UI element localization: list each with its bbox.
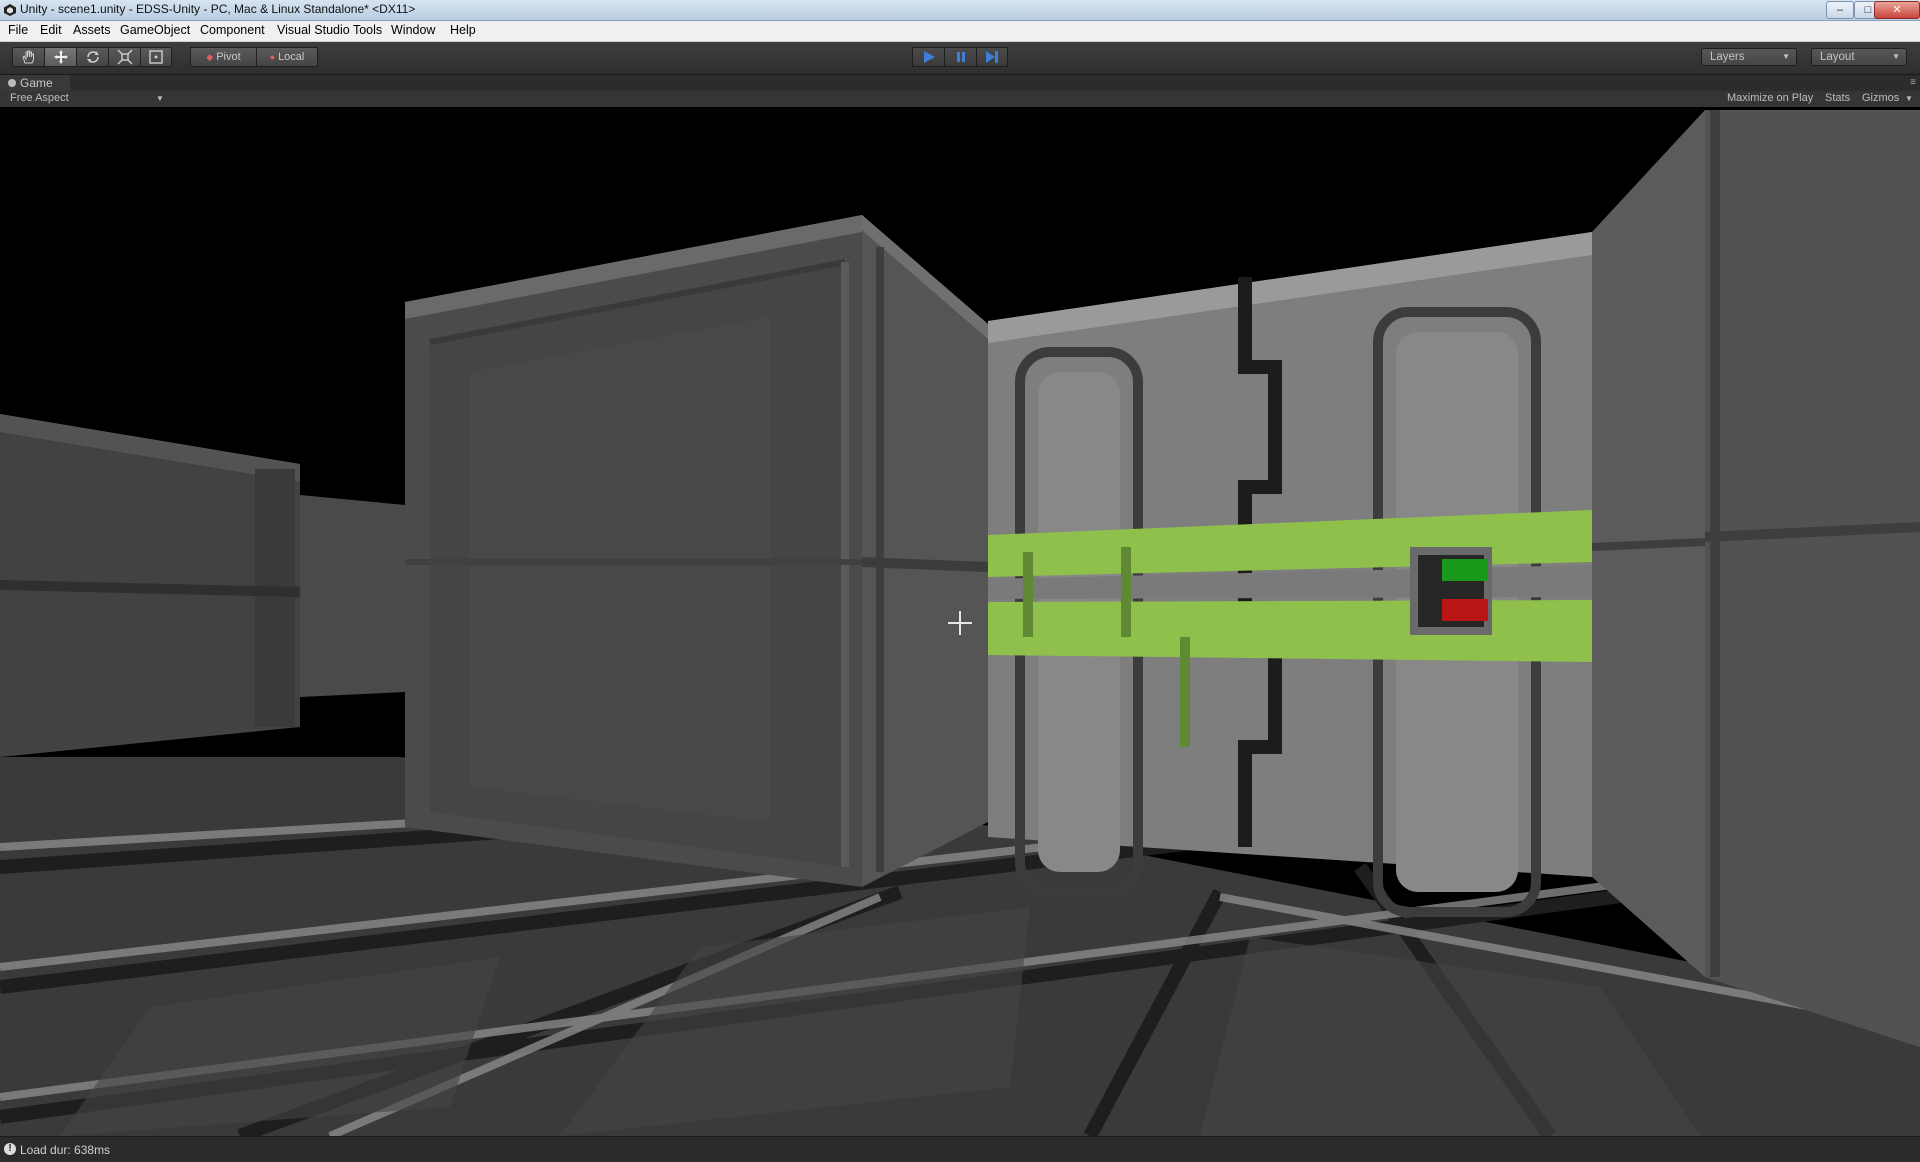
game-view-icon [8, 79, 16, 87]
chevron-down-icon: ▼ [156, 94, 164, 103]
chevron-down-icon: ▼ [1892, 52, 1900, 61]
status-bar: ! Load dur: 638ms [0, 1136, 1920, 1162]
rotate-icon [86, 51, 99, 63]
pivot-icon: ◆ [206, 51, 214, 62]
chevron-down-icon: ▼ [1782, 52, 1790, 61]
step-button[interactable] [976, 47, 1008, 67]
hand-icon [21, 50, 34, 64]
menu-component[interactable]: Component [200, 23, 265, 37]
globe-icon: ● [269, 52, 276, 62]
layout-dropdown[interactable]: Layout ▼ [1811, 48, 1907, 66]
play-button[interactable] [912, 47, 944, 67]
menu-gameobject[interactable]: GameObject [120, 23, 190, 37]
game-scene [0, 107, 1920, 1136]
play-icon [923, 51, 935, 63]
chevron-down-icon: ▼ [1905, 94, 1913, 103]
layout-label: Layout [1820, 51, 1855, 63]
window-titlebar: Unity - scene1.unity - EDSS-Unity - PC, … [0, 0, 1920, 21]
tab-game-label: Game [20, 76, 53, 90]
layers-label: Layers [1710, 51, 1745, 63]
transform-tools [12, 47, 172, 67]
game-viewport[interactable] [0, 107, 1920, 1136]
menu-window[interactable]: Window [391, 23, 435, 37]
layers-dropdown[interactable]: Layers ▼ [1701, 48, 1797, 66]
move-tool-button[interactable] [44, 47, 76, 67]
pivot-button[interactable]: ◆ Pivot [190, 47, 256, 67]
panel-menu-icon[interactable]: ≡ [1910, 77, 1916, 88]
menu-edit[interactable]: Edit [40, 23, 62, 37]
scale-icon [117, 49, 132, 65]
move-icon [53, 50, 68, 64]
rect-icon [149, 50, 163, 64]
minimize-button[interactable]: – [1826, 1, 1854, 19]
game-view-controls: Free Aspect ▼ Maximize on Play Stats Giz… [0, 91, 1920, 107]
step-icon [986, 51, 998, 63]
menu-help[interactable]: Help [450, 23, 476, 37]
rect-tool-button[interactable] [140, 47, 172, 67]
playmode-controls [912, 47, 1008, 67]
menu-bar: File Edit Assets GameObject Component Vi… [0, 21, 1920, 42]
pivot-toggles: ◆ Pivot ● Local [190, 47, 318, 67]
close-button[interactable]: ✕ [1874, 1, 1920, 19]
hand-tool-button[interactable] [12, 47, 44, 67]
local-label: Local [278, 51, 305, 63]
rotate-tool-button[interactable] [76, 47, 108, 67]
maximize-on-play-toggle[interactable]: Maximize on Play [1727, 92, 1813, 104]
gizmos-dropdown[interactable]: Gizmos [1862, 92, 1899, 104]
aspect-dropdown[interactable]: Free Aspect [10, 92, 69, 104]
stats-toggle[interactable]: Stats [1825, 92, 1850, 104]
pause-icon [956, 52, 965, 62]
pivot-label: Pivot [216, 51, 241, 63]
menu-file[interactable]: File [8, 23, 28, 37]
pause-button[interactable] [944, 47, 976, 67]
main-toolbar: ◆ Pivot ● Local Layers ▼ Layout ▼ [0, 42, 1920, 75]
menu-assets[interactable]: Assets [73, 23, 111, 37]
game-tab-strip: Game ≡ [0, 75, 1920, 91]
local-button[interactable]: ● Local [256, 47, 318, 67]
window-title: Unity - scene1.unity - EDSS-Unity - PC, … [20, 2, 416, 16]
info-icon: ! [4, 1143, 16, 1155]
scale-tool-button[interactable] [108, 47, 140, 67]
menu-visual-studio-tools[interactable]: Visual Studio Tools [277, 23, 382, 37]
unity-logo-icon [4, 4, 16, 16]
tab-game[interactable]: Game [0, 75, 70, 91]
status-message[interactable]: Load dur: 638ms [20, 1143, 110, 1157]
